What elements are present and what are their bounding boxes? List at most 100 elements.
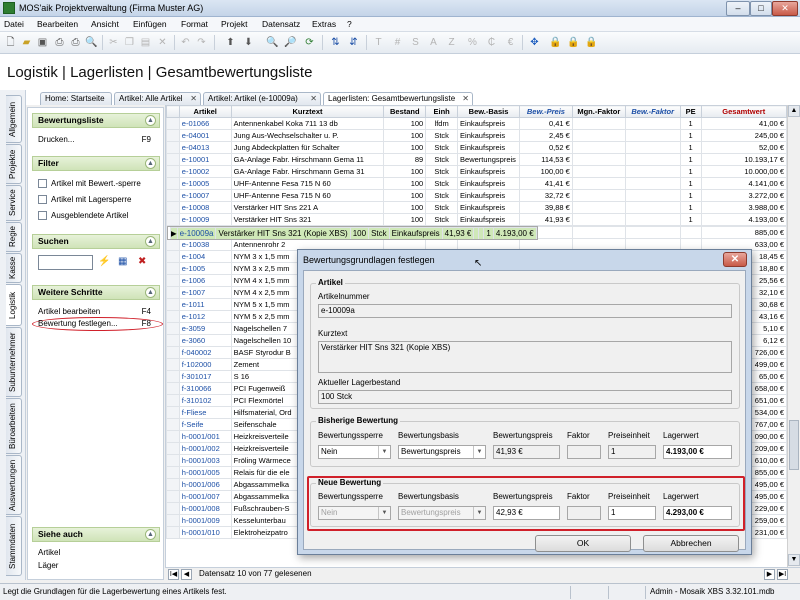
menu-extras[interactable]: Extras — [312, 19, 336, 29]
row-indicator[interactable] — [166, 442, 180, 455]
table-row[interactable]: e-10008 Verstärker HIT Sns 221 A 100 Stck Ei… — [166, 201, 788, 214]
menu-help[interactable]: ? — [347, 19, 352, 29]
row-indicator[interactable] — [166, 358, 180, 371]
close-tab-icon[interactable]: ✕ — [310, 93, 317, 104]
page-preview-icon[interactable]: 🔍 — [84, 35, 99, 50]
col-gesamtwert[interactable]: Gesamtwert — [700, 105, 788, 118]
menu-datensatz[interactable]: Datensatz — [262, 19, 300, 29]
table-row[interactable]: e-10002 GA-Anlage Fabr. Hirschmann Gema 3… — [166, 165, 788, 178]
row-indicator[interactable] — [166, 490, 180, 503]
row-indicator[interactable] — [166, 165, 180, 178]
row-indicator[interactable]: ▶ — [169, 227, 178, 239]
tab-home[interactable]: Home: Startseite — [40, 92, 112, 105]
maximize-button[interactable]: □ — [750, 1, 772, 16]
row-indicator[interactable] — [166, 310, 180, 323]
col-bew-preis[interactable]: Bew.-Preis — [519, 105, 573, 118]
tab-artikel[interactable]: Artikel: Artikel (e-10009a) ✕ — [203, 92, 321, 105]
filter-checkbox-ausgeblendet[interactable] — [38, 211, 47, 220]
refresh-icon[interactable]: ⟳ — [302, 35, 317, 50]
row-indicator[interactable] — [166, 213, 180, 226]
network-icon[interactable]: ✥ — [527, 35, 542, 50]
col-pe[interactable]: PE — [679, 105, 702, 118]
col-bew-faktor[interactable]: Bew.-Faktor — [624, 105, 681, 118]
table-row[interactable]: e-10001 GA-Anlage Fabr. Hirschmann Gema 1… — [166, 153, 788, 166]
z-icon[interactable]: Z — [444, 35, 459, 50]
dropdown-arrow-icon[interactable]: ▼ — [378, 507, 390, 519]
vtab-stammdaten[interactable]: Stammdaten — [6, 516, 22, 576]
neu-sperre-select[interactable]: Nein ▼ — [318, 506, 391, 520]
copy-icon[interactable]: ❐ — [122, 35, 137, 50]
clear-search-icon[interactable]: ✖ — [138, 256, 146, 267]
delete-icon[interactable]: ✕ — [155, 35, 170, 50]
undo-icon[interactable]: ↶ — [178, 35, 193, 50]
row-indicator[interactable] — [166, 262, 180, 275]
vtab-subunternehmer[interactable]: Subunternehmer — [6, 327, 22, 397]
row-indicator[interactable] — [166, 201, 180, 214]
row-indicator[interactable] — [166, 430, 180, 443]
euro-icon[interactable]: € — [503, 35, 518, 50]
neu-basis-select[interactable]: Bewertungspreis ▼ — [398, 506, 486, 520]
close-tab-icon[interactable]: ✕ — [190, 93, 197, 104]
row-indicator[interactable] — [166, 526, 180, 539]
scroll-up-icon[interactable]: ▲ — [788, 105, 800, 117]
row-indicator[interactable] — [166, 370, 180, 383]
vtab-regie[interactable]: Regie — [6, 222, 22, 252]
sort-descending-icon[interactable]: ⇵ — [346, 35, 361, 50]
a-icon[interactable]: A — [426, 35, 441, 50]
minimize-button[interactable]: – — [726, 1, 750, 16]
find-icon[interactable]: 🔍 — [265, 35, 280, 50]
row-indicator[interactable] — [166, 129, 180, 142]
vtab-logistik[interactable]: Logistik — [6, 284, 22, 326]
col-einh[interactable]: Einh — [425, 105, 459, 118]
row-indicator[interactable] — [166, 153, 180, 166]
menu-format[interactable]: Format — [181, 19, 208, 29]
open-folder-icon[interactable]: ▰ — [19, 35, 34, 50]
number-icon[interactable]: # — [390, 35, 405, 50]
first-record-button[interactable]: I◀ — [168, 569, 179, 580]
row-indicator[interactable] — [166, 346, 180, 359]
col-bestand[interactable]: Bestand — [383, 105, 427, 118]
collapse-icon[interactable]: ▲ — [145, 529, 156, 540]
next-record-button[interactable]: ▶ — [764, 569, 775, 580]
tab-gesamtbewertungsliste[interactable]: Lagerlisten: Gesamtbewertungsliste ✕ — [323, 92, 473, 106]
row-indicator[interactable] — [166, 298, 180, 311]
vtab-service[interactable]: Service — [6, 185, 22, 221]
row-indicator[interactable] — [166, 286, 180, 299]
row-indicator[interactable] — [166, 514, 180, 527]
tab-alle-artikel[interactable]: Artikel: Alle Artikel ✕ — [114, 92, 201, 105]
cut-icon[interactable]: ✂ — [106, 35, 121, 50]
row-indicator[interactable] — [166, 274, 180, 287]
close-window-button[interactable]: ✕ — [772, 1, 798, 16]
row-indicator[interactable] — [166, 382, 180, 395]
section-bewertungsliste[interactable]: Bewertungsliste ▲ — [32, 113, 160, 128]
menu-ansicht[interactable]: Ansicht — [91, 19, 119, 29]
dialog-close-icon[interactable]: ✕ — [723, 252, 747, 267]
menu-einfuegen[interactable]: Einfügen — [133, 19, 167, 29]
menu-datei[interactable]: Datei — [4, 19, 24, 29]
row-indicator[interactable] — [166, 238, 180, 251]
row-indicator[interactable] — [166, 117, 180, 130]
table-row[interactable]: e-10009 Verstärker HIT Sns 321 100 Stck Eink… — [166, 213, 788, 226]
row-indicator[interactable] — [166, 394, 180, 407]
cancel-button[interactable]: Abbrechen — [643, 535, 739, 552]
currency-icon[interactable]: ₵ — [484, 35, 499, 50]
print-icon[interactable]: ⎙ — [52, 35, 67, 50]
search-filter-icon[interactable]: ⚡ — [98, 256, 110, 267]
row-indicator[interactable] — [166, 418, 180, 431]
table-row[interactable]: ▶ e-10009a Verstärker HIT Sns 321 (Kopie X… — [166, 226, 538, 240]
artikel-bearbeiten-link[interactable]: Artikel bearbeiten — [38, 307, 100, 316]
row-indicator[interactable] — [166, 177, 180, 190]
filter-checkbox-bewertsperre[interactable] — [38, 179, 47, 188]
siehe-artikel-link[interactable]: Artikel — [38, 548, 60, 557]
sort-ascending-icon[interactable]: ⇅ — [328, 35, 343, 50]
menu-projekt[interactable]: Projekt — [221, 19, 247, 29]
collapse-icon[interactable]: ▲ — [145, 158, 156, 169]
paste-icon[interactable]: ▤ — [138, 35, 153, 50]
row-indicator[interactable] — [166, 250, 180, 263]
lock-blue-icon[interactable]: 🔒 — [566, 35, 581, 50]
menu-bearbeiten[interactable]: Bearbeiten — [37, 19, 78, 29]
vtab-auswertungen[interactable]: Auswertungen — [6, 455, 22, 515]
section-suchen[interactable]: Suchen ▲ — [32, 234, 160, 249]
siehe-laeger-link[interactable]: Läger — [38, 561, 58, 570]
section-filter[interactable]: Filter ▲ — [32, 156, 160, 171]
